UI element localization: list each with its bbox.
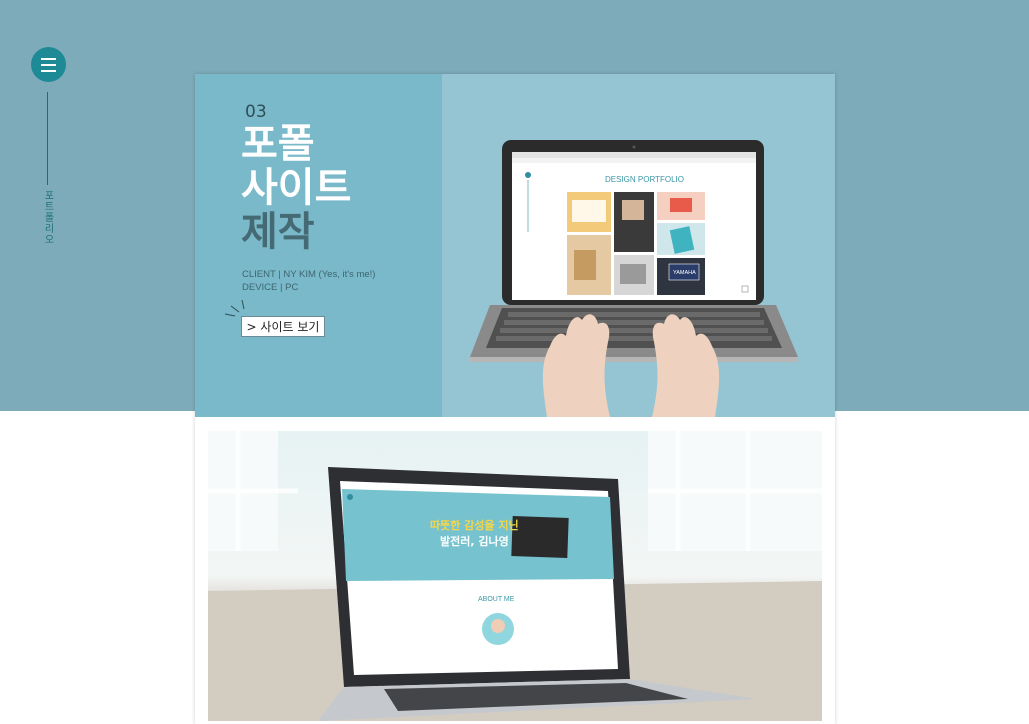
mockup-design-portfolio-label: DESIGN PORTFOLIO — [605, 175, 684, 184]
laptop-mockup-top: DESIGN PORTFOLIO YAMAHA — [442, 74, 835, 417]
sidebar-divider — [47, 92, 48, 185]
device-line: DEVICE | PC — [242, 282, 299, 293]
mockup-about-label: ABOUT ME — [478, 596, 515, 603]
mockup-headline-1: 따뜻한 감성을 지닌 — [430, 518, 519, 532]
laptop-mockup-bottom: 따뜻한 감성을 지닌 발전러, 김나영 ABOUT ME — [208, 431, 822, 721]
project-card: 03 포폴 사이트 제작 CLIENT | NY KIM (Yes, it's … — [195, 74, 835, 724]
title-line-2: 사이트 — [241, 165, 352, 211]
project-meta: CLIENT | NY KIM (Yes, it's me!) DEVICE |… — [242, 268, 375, 294]
project-title: 포폴 사이트 제작 — [241, 122, 351, 254]
project-info-panel: 03 포폴 사이트 제작 CLIENT | NY KIM (Yes, it's … — [195, 74, 442, 417]
laptop-photo: 따뜻한 감성을 지닌 발전러, 김나영 ABOUT ME — [208, 431, 822, 721]
hamburger-icon — [41, 57, 56, 72]
mockup-headline-2: 발전러, 김나영 — [440, 534, 509, 548]
client-line: CLIENT | NY KIM (Yes, it's me!) — [242, 269, 376, 280]
sidebar-vertical-label: 포트폴리오 — [42, 190, 53, 245]
project-number: 03 — [245, 102, 267, 122]
title-line-1: 포폴 — [241, 121, 315, 167]
laptop-illustration: DESIGN PORTFOLIO YAMAHA — [470, 140, 798, 417]
menu-button[interactable] — [31, 47, 66, 82]
mockup-tile-label: YAMAHA — [673, 270, 696, 276]
view-site-button[interactable]: > 사이트 보기 — [241, 316, 325, 337]
title-line-3: 제작 — [241, 209, 315, 255]
